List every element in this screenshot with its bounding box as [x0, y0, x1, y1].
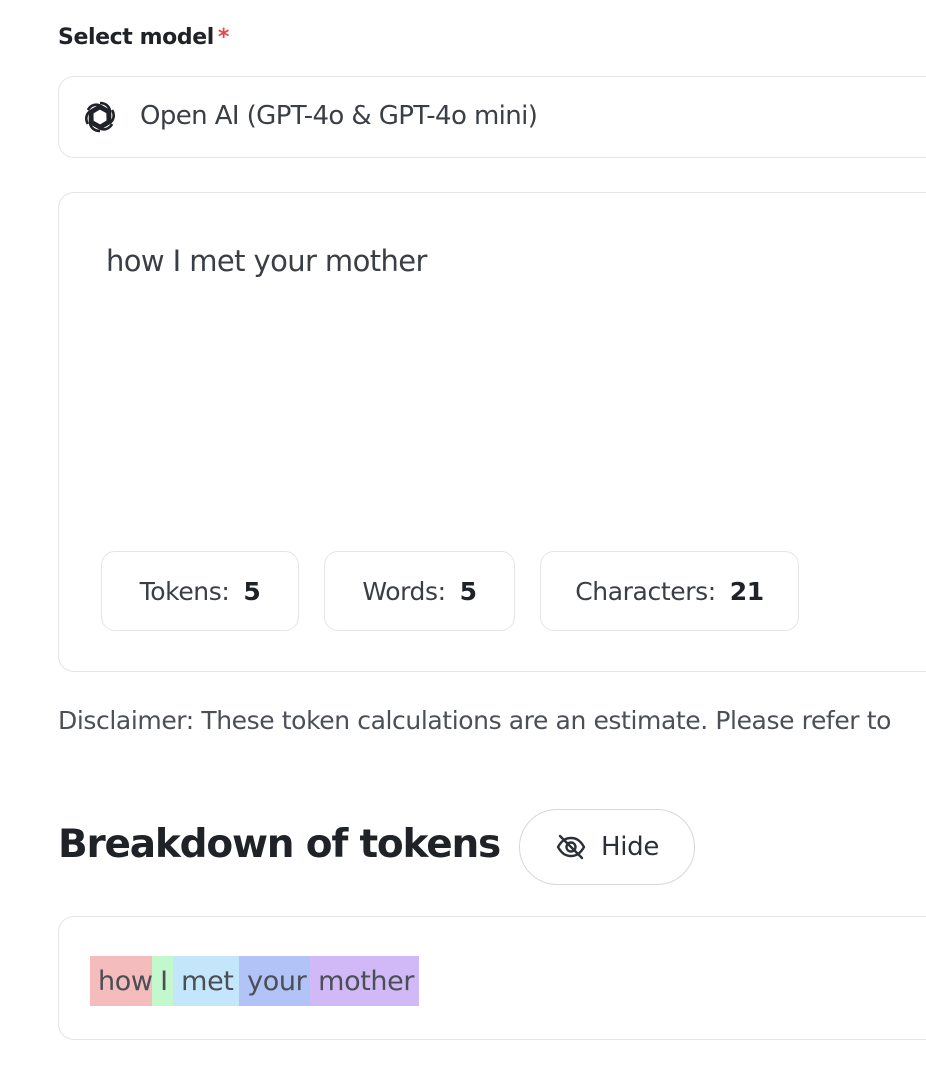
tokens-label: Tokens:	[139, 576, 230, 606]
token-breakdown-list: how I met your mother	[90, 956, 419, 1006]
select-model-label: Select model *	[58, 25, 229, 50]
eye-off-icon	[556, 834, 586, 860]
token-chip: mother	[310, 956, 419, 1006]
token-breakdown-card: how I met your mother	[58, 916, 926, 1040]
token-calculator-page: Select model * Open AI (GPT-4o & GPT-4o m…	[0, 0, 926, 1068]
token-chip: your	[239, 956, 310, 1006]
text-input-card[interactable]: how I met your mother Tokens: 5 Words: 5…	[58, 192, 926, 672]
required-asterisk: *	[217, 25, 230, 50]
words-count-badge: Words: 5	[324, 551, 515, 631]
words-value: 5	[459, 576, 477, 606]
token-chip: met	[173, 956, 239, 1006]
words-label: Words:	[362, 576, 446, 606]
breakdown-title: Breakdown of tokens	[58, 822, 501, 867]
hide-button-label: Hide	[600, 832, 660, 862]
token-chip: I	[152, 956, 173, 1006]
token-chip: how	[90, 956, 153, 1006]
disclaimer-text: Disclaimer: These token calculations are…	[58, 706, 892, 735]
characters-label: Characters:	[575, 576, 716, 606]
selected-model-name: Open AI (GPT-4o & GPT-4o mini)	[140, 101, 538, 131]
characters-value: 21	[729, 576, 764, 606]
openai-icon	[85, 101, 115, 133]
tokens-value: 5	[243, 576, 261, 606]
tokens-count-badge: Tokens: 5	[101, 551, 299, 631]
model-select[interactable]: Open AI (GPT-4o & GPT-4o mini)	[58, 76, 926, 158]
text-input[interactable]: how I met your mother	[106, 244, 427, 278]
select-model-label-text: Select model	[58, 25, 214, 50]
hide-breakdown-button[interactable]: Hide	[519, 809, 695, 885]
characters-count-badge: Characters: 21	[540, 551, 799, 631]
